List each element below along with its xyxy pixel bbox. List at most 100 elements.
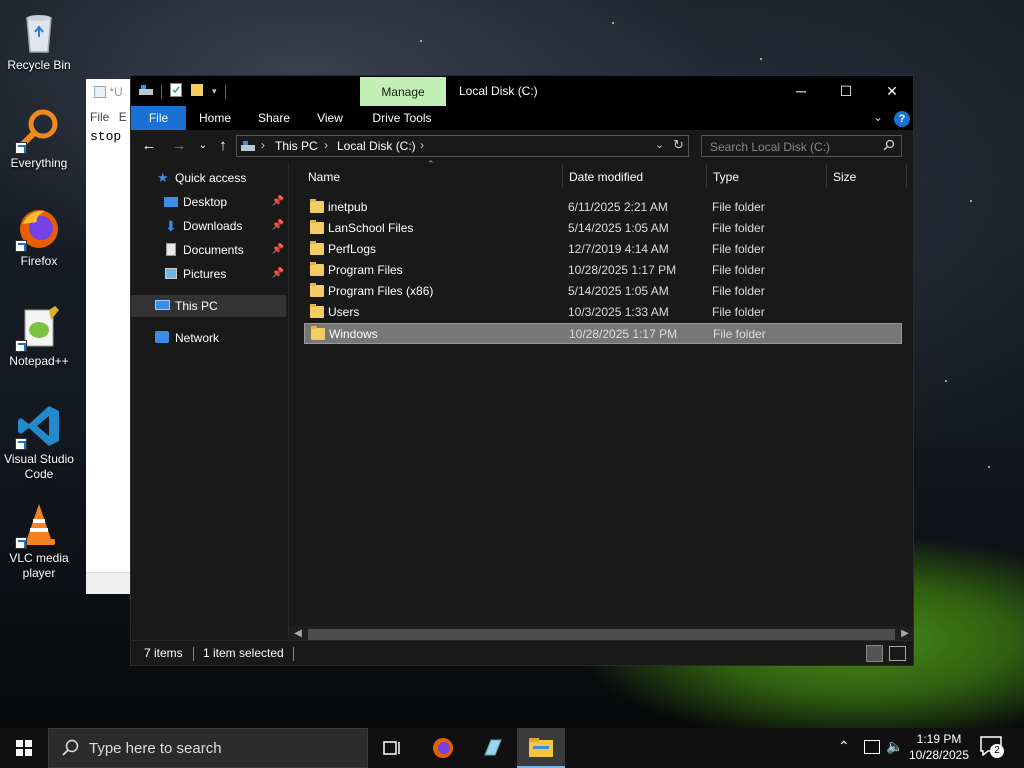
taskbar-notepad[interactable] bbox=[468, 728, 516, 768]
taskbar-search-placeholder: Type here to search bbox=[89, 740, 222, 757]
tab-home[interactable]: Home bbox=[193, 106, 237, 130]
status-selection: 1 item selected bbox=[203, 646, 284, 660]
desktop-icon-vscode[interactable]: Visual Studio Code bbox=[2, 402, 76, 482]
search-icon bbox=[61, 739, 79, 760]
taskbar-firefox[interactable] bbox=[419, 728, 467, 768]
file-row[interactable]: Program Files (x86) 5/14/2025 1:05 AM File… bbox=[304, 281, 902, 302]
nav-pictures[interactable]: Pictures 📌 bbox=[131, 263, 288, 285]
recycle-bin-icon bbox=[15, 8, 63, 56]
pictures-icon bbox=[165, 268, 177, 279]
nav-quick-access[interactable]: ★ Quick access bbox=[131, 167, 288, 189]
scrollbar-thumb[interactable] bbox=[308, 629, 895, 640]
close-button[interactable]: ✕ bbox=[869, 76, 915, 106]
notepad-menu-file[interactable]: File bbox=[90, 110, 109, 124]
folder-icon bbox=[311, 326, 325, 340]
drive-icon bbox=[139, 84, 153, 99]
tab-drive-tools[interactable]: Drive Tools bbox=[365, 106, 439, 130]
file-explorer-window[interactable]: ▾ Manage Local Disk (C:) ─ ☐ ✕ File Home… bbox=[130, 75, 914, 666]
notepad-text-area[interactable]: stop bbox=[86, 127, 132, 146]
forward-button[interactable]: → bbox=[169, 136, 189, 156]
nav-documents[interactable]: Documents 📌 bbox=[131, 239, 288, 261]
breadcrumb-chevron-icon[interactable]: › bbox=[261, 138, 265, 152]
minimize-button[interactable]: ─ bbox=[778, 76, 824, 106]
nav-network[interactable]: Network bbox=[131, 327, 288, 349]
task-view-button[interactable] bbox=[368, 728, 416, 768]
address-dropdown-icon[interactable]: ⌄ bbox=[655, 138, 664, 151]
up-button[interactable]: ↑ bbox=[213, 136, 233, 156]
desktop-icon-label: Recycle Bin bbox=[7, 58, 71, 72]
clock[interactable]: 1:19 PM 10/28/2025 bbox=[906, 731, 972, 763]
refresh-icon[interactable]: ↻ bbox=[673, 137, 684, 153]
documents-icon bbox=[166, 243, 176, 256]
clock-time: 1:19 PM bbox=[916, 732, 962, 746]
details-view-icon[interactable] bbox=[866, 645, 883, 662]
network-status-icon[interactable] bbox=[864, 740, 880, 754]
desktop-icon-everything[interactable]: Everything bbox=[2, 106, 76, 171]
column-header-name[interactable]: Name bbox=[308, 164, 558, 190]
search-box[interactable]: Search Local Disk (C:) bbox=[701, 135, 902, 157]
pin-icon[interactable]: 📌 bbox=[272, 263, 284, 285]
breadcrumb-local-disk[interactable]: Local Disk (C:) bbox=[337, 139, 416, 153]
large-icons-view-icon[interactable] bbox=[889, 646, 906, 661]
file-row[interactable]: inetpub 6/11/2025 2:21 AM File folder bbox=[304, 197, 902, 218]
desktop-icon-firefox[interactable]: Firefox bbox=[2, 204, 76, 269]
breadcrumb-chevron-icon[interactable]: › bbox=[324, 138, 328, 152]
desktop-icon bbox=[164, 197, 178, 207]
notepad-menu-edit[interactable]: E bbox=[119, 110, 127, 124]
file-row[interactable]: Windows 10/28/2025 1:17 PM File folder bbox=[304, 323, 902, 344]
show-hidden-icons-icon[interactable]: ⌃ bbox=[838, 738, 850, 755]
properties-icon[interactable] bbox=[170, 83, 182, 100]
maximize-button[interactable]: ☐ bbox=[823, 76, 869, 106]
navigation-pane: ★ Quick access Desktop 📌 ⬇ Downloads 📌 D… bbox=[131, 162, 289, 640]
notepad-window[interactable]: *U File E stop bbox=[86, 79, 132, 594]
volume-muted-icon[interactable]: 🔈 bbox=[886, 738, 903, 755]
breadcrumb-this-pc[interactable]: This PC bbox=[275, 139, 318, 153]
start-button[interactable] bbox=[0, 728, 48, 768]
desktop-icon-recycle-bin[interactable]: Recycle Bin bbox=[2, 8, 76, 73]
file-type: File folder bbox=[712, 200, 765, 214]
pin-icon[interactable]: 📌 bbox=[272, 215, 284, 237]
address-bar[interactable]: › This PC › Local Disk (C:) › ⌄ ↻ bbox=[236, 135, 689, 157]
breadcrumb-chevron-icon[interactable]: › bbox=[420, 138, 424, 152]
tab-share[interactable]: Share bbox=[251, 106, 297, 130]
pin-icon[interactable]: 📌 bbox=[272, 239, 284, 261]
file-name: Users bbox=[328, 305, 360, 319]
nav-desktop[interactable]: Desktop 📌 bbox=[131, 191, 288, 213]
new-folder-icon[interactable] bbox=[190, 83, 204, 100]
column-header-date-modified[interactable]: Date modified bbox=[569, 164, 704, 190]
nav-downloads[interactable]: ⬇ Downloads 📌 bbox=[131, 215, 288, 237]
file-row[interactable]: Program Files 10/28/2025 1:17 PM File fold… bbox=[304, 260, 902, 281]
file-row[interactable]: Users 10/3/2025 1:33 AM File folder bbox=[304, 302, 902, 323]
help-icon[interactable]: ? bbox=[894, 111, 910, 127]
folder-icon bbox=[310, 241, 324, 255]
pin-icon[interactable]: 📌 bbox=[272, 191, 284, 213]
column-divider[interactable] bbox=[906, 164, 907, 188]
column-divider[interactable] bbox=[562, 164, 563, 188]
column-header-type[interactable]: Type bbox=[713, 164, 823, 190]
expand-ribbon-icon[interactable]: ⌄ bbox=[873, 110, 883, 124]
customize-toolbar-icon[interactable]: ▾ bbox=[212, 86, 217, 97]
vlc-icon bbox=[15, 501, 63, 549]
desktop-icon-notepad-plus-plus[interactable]: Notepad++ bbox=[2, 304, 76, 369]
back-button[interactable]: ← bbox=[139, 136, 159, 156]
quick-access-toolbar: ▾ bbox=[139, 83, 226, 100]
file-date-modified: 10/28/2025 1:17 PM bbox=[568, 263, 677, 277]
taskbar-search-box[interactable]: Type here to search bbox=[48, 728, 368, 768]
tab-file[interactable]: File bbox=[131, 106, 186, 130]
recent-locations-button[interactable]: ⌄ bbox=[193, 136, 213, 156]
notification-center-button[interactable]: 2 bbox=[980, 736, 1006, 760]
file-name: Program Files (x86) bbox=[328, 284, 434, 298]
file-row[interactable]: PerfLogs 12/7/2019 4:14 AM File folder bbox=[304, 239, 902, 260]
firefox-icon bbox=[433, 738, 453, 758]
title-bar: ▾ Manage Local Disk (C:) ─ ☐ ✕ bbox=[131, 76, 913, 106]
star-icon: ★ bbox=[157, 170, 169, 185]
manage-tab[interactable]: Manage bbox=[360, 77, 446, 106]
column-divider[interactable] bbox=[826, 164, 827, 188]
column-divider[interactable] bbox=[706, 164, 707, 188]
file-row[interactable]: LanSchool Files 5/14/2025 1:05 AM File fol… bbox=[304, 218, 902, 239]
nav-this-pc[interactable]: This PC bbox=[131, 295, 286, 317]
tab-view[interactable]: View bbox=[309, 106, 351, 130]
taskbar-file-explorer[interactable] bbox=[517, 728, 565, 768]
column-header-size[interactable]: Size bbox=[833, 164, 903, 190]
desktop-icon-vlc[interactable]: VLC media player bbox=[2, 501, 76, 581]
